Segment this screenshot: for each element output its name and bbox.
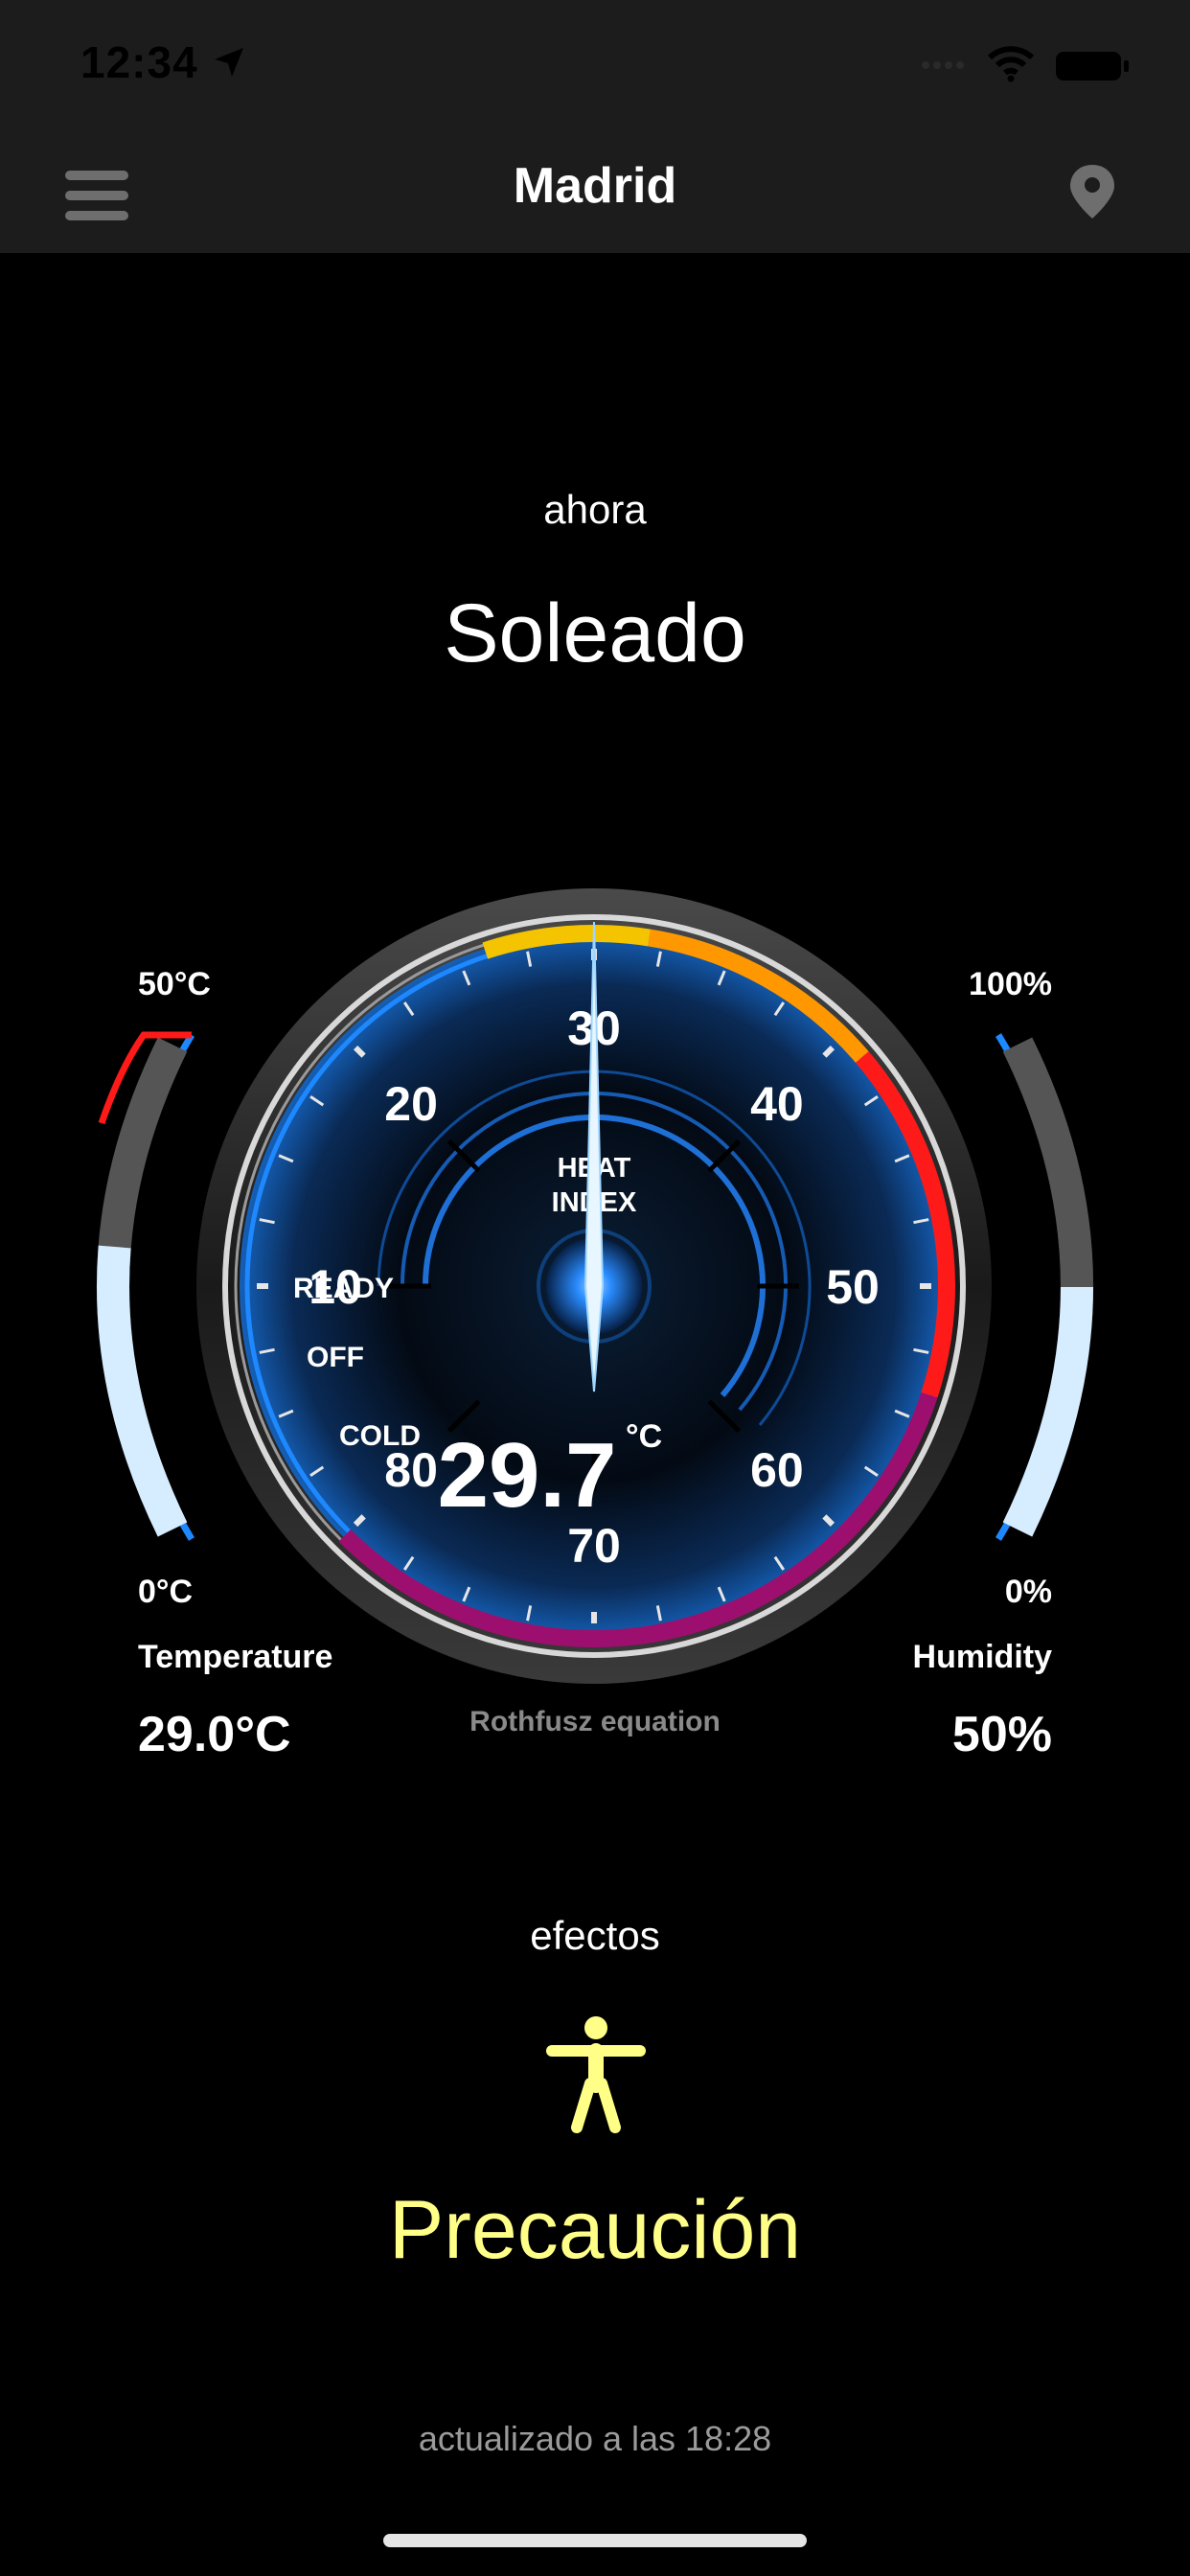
gauge-tick-label-70: 70 (567, 1519, 621, 1573)
temperature-min-label: 0°C (138, 1574, 194, 1610)
status-bar: 12:34 (0, 0, 1190, 128)
battery-icon (1056, 52, 1129, 80)
navigation-bar: Madrid (0, 128, 1190, 253)
wifi-icon (987, 46, 1035, 82)
effects-label: efectos (530, 1913, 660, 1958)
city-title: Madrid (513, 158, 677, 214)
signal-icon (922, 61, 964, 69)
humidity-max-label: 100% (969, 966, 1052, 1002)
equation-label: Rothfusz equation (469, 1706, 721, 1737)
map-pin-icon[interactable] (1067, 163, 1117, 220)
home-indicator[interactable] (383, 2534, 807, 2547)
weather-condition: Soleado (444, 587, 746, 679)
location-arrow-icon (215, 48, 243, 77)
gauge-tick-label-60: 60 (750, 1443, 804, 1497)
gauge-state-ready: READY (293, 1273, 394, 1304)
humidity-min-label: 0% (1004, 1574, 1052, 1610)
gauge-tick-label-50: 50 (826, 1260, 880, 1314)
temperature-title: Temperature (138, 1639, 333, 1675)
gauge-value: 29.7 (438, 1424, 617, 1527)
status-time: 12:34 (80, 37, 198, 87)
humidity-title: Humidity (912, 1639, 1052, 1675)
gauge-tick-label-20: 20 (384, 1077, 438, 1131)
person-standing-icon (546, 2016, 646, 2133)
gauge-tick-label-40: 40 (750, 1077, 804, 1131)
gauge-state-off: OFF (307, 1342, 364, 1373)
temperature-max-label: 50°C (138, 966, 211, 1002)
updated-timestamp: actualizado a las 18:28 (418, 2419, 772, 2458)
now-label: ahora (543, 487, 647, 532)
gauge-state-cold: COLD (339, 1420, 421, 1452)
gauge-unit: °C (626, 1418, 662, 1455)
effect-level: Precaución (388, 2184, 802, 2276)
